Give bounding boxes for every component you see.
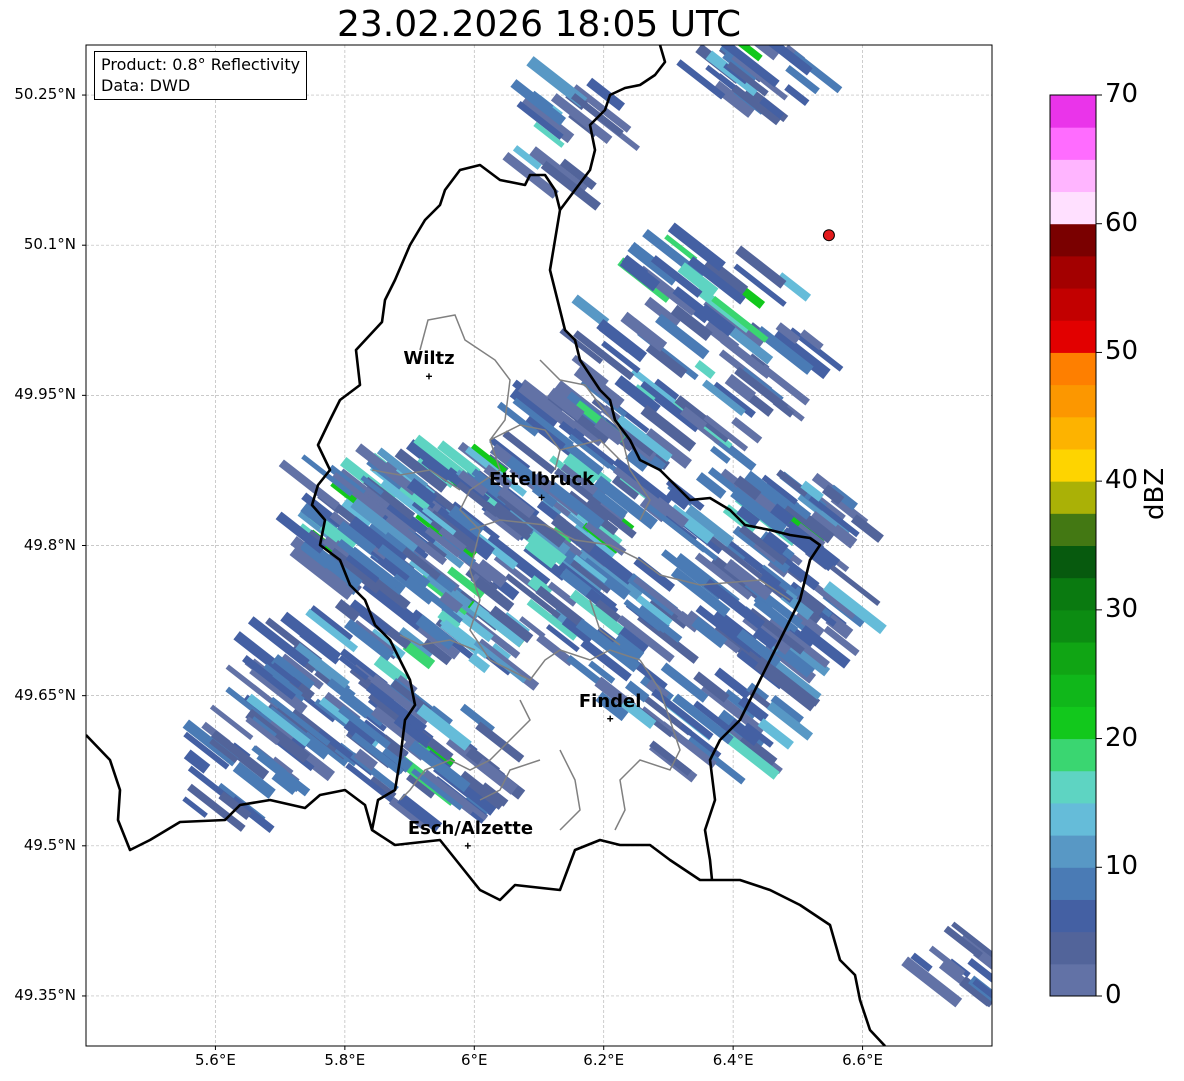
colorbar-segment	[1050, 835, 1096, 868]
colorbar	[1049, 94, 1102, 997]
colorbar-segment	[1050, 255, 1096, 289]
product-label: Product: 0.8° Reflectivity	[101, 55, 301, 74]
colorbar-segment	[1050, 95, 1096, 128]
colorbar-tick-label: 20	[1105, 722, 1139, 753]
city-marker	[607, 715, 614, 722]
colorbar-segment	[1050, 223, 1096, 257]
colorbar-tick-label: 10	[1105, 851, 1139, 882]
colorbar-segment	[1050, 706, 1096, 740]
city-marker	[464, 842, 471, 849]
colorbar-segment	[1050, 770, 1096, 804]
city-label: Esch/Alzette	[407, 817, 534, 839]
colorbar-segment	[1050, 384, 1096, 418]
colorbar-tick-label: 50	[1105, 336, 1139, 367]
colorbar-tick-label: 0	[1105, 980, 1122, 1010]
colorbar-segment	[1050, 609, 1096, 643]
colorbar-segment	[1050, 545, 1096, 579]
colorbar-segment	[1050, 899, 1096, 933]
colorbar-segment	[1050, 513, 1096, 546]
data-source-label: Data: DWD	[101, 76, 191, 95]
lon-tick-label: 5.8°E	[324, 1051, 366, 1069]
colorbar-segment	[1050, 931, 1096, 965]
colorbar-segment	[1050, 416, 1096, 450]
colorbar-segment	[1050, 963, 1096, 997]
colorbar-segment	[1050, 159, 1096, 193]
colorbar-segment	[1050, 288, 1096, 321]
colorbar-segment	[1050, 738, 1096, 772]
lat-tick-label: 49.95°N	[14, 385, 76, 404]
lat-tick-label: 49.5°N	[23, 835, 76, 854]
colorbar-segment	[1050, 802, 1096, 836]
lon-tick-label: 6°E	[461, 1051, 488, 1069]
lon-tick-label: 6.4°E	[712, 1051, 754, 1069]
colorbar-tick-label: 70	[1105, 79, 1139, 109]
colorbar-unit-label: dBZ	[1140, 467, 1170, 520]
colorbar-segment	[1050, 191, 1096, 225]
lon-tick-label: 5.6°E	[195, 1051, 236, 1069]
lat-tick-label: 50.1°N	[23, 235, 76, 254]
radar-map	[82, 44, 1102, 1050]
colorbar-segment	[1050, 867, 1096, 900]
colorbar-tick-label: 60	[1105, 207, 1139, 238]
info-box: Product: 0.8° Reflectivity Data: DWD	[94, 51, 308, 100]
colorbar-segment	[1050, 674, 1096, 707]
lat-tick-label: 49.8°N	[23, 535, 76, 554]
colorbar-segment	[1050, 352, 1096, 386]
colorbar-tick-label: 30	[1105, 593, 1139, 624]
radar-site-marker	[822, 229, 835, 242]
city-label: Wiltz	[403, 348, 455, 370]
colorbar-tick-label: 40	[1105, 465, 1139, 496]
lon-tick-label: 6.2°E	[583, 1051, 625, 1069]
colorbar-segment	[1050, 320, 1096, 353]
radar-echo	[645, 342, 688, 379]
lat-tick-label: 50.25°N	[14, 85, 76, 104]
city-label: Findel	[578, 690, 642, 712]
colorbar-segment	[1050, 642, 1096, 675]
colorbar-segment	[1050, 481, 1096, 514]
radar-echo	[776, 272, 812, 302]
lat-tick-label: 49.35°N	[14, 985, 76, 1004]
lat-tick-label: 49.65°N	[14, 685, 76, 704]
colorbar-segment	[1050, 448, 1096, 482]
radar-echoes	[182, 45, 992, 1008]
city-label: Ettelbruck	[489, 469, 595, 491]
colorbar-segment	[1050, 577, 1096, 611]
radar-echo	[735, 245, 787, 289]
lon-tick-label: 6.6°E	[842, 1051, 883, 1069]
colorbar-segment	[1050, 127, 1096, 160]
city-marker	[425, 373, 432, 380]
